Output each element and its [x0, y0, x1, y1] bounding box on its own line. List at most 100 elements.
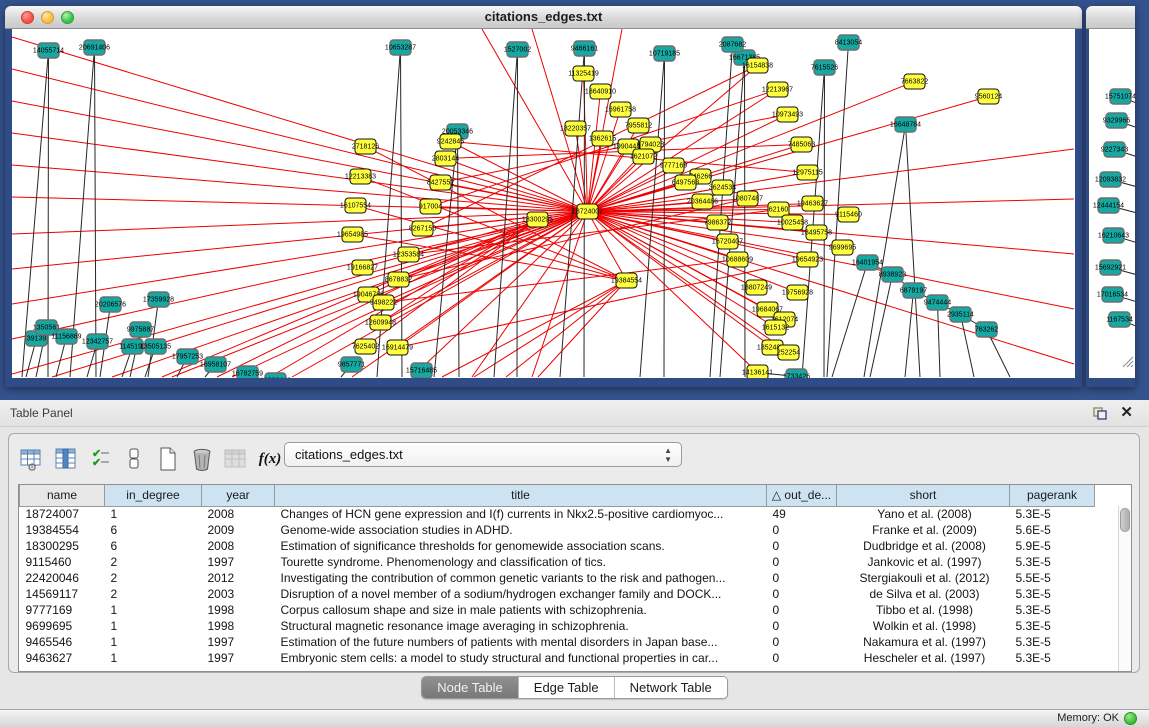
- stepper-arrows-icon: ▲▼: [664, 446, 672, 464]
- network-node-label: 12975115: [792, 170, 823, 177]
- table-panel: Table Panel ✕ ⚙ ✔✔: [0, 400, 1149, 709]
- column-header-year[interactable]: year: [202, 485, 275, 506]
- network-node-label: 8427552: [427, 180, 454, 187]
- network-node-label: 15716485: [406, 368, 437, 375]
- cell-pagerank: 5.3E-5: [1010, 506, 1095, 522]
- table-toolbar: ⚙ ✔✔: [17, 440, 289, 478]
- network-node-label: 16720407: [712, 239, 743, 246]
- svg-text:✔: ✔: [92, 457, 101, 469]
- cell-year: 1998: [202, 618, 275, 634]
- scrollbar-thumb[interactable]: [1120, 508, 1130, 532]
- table-row[interactable]: 2242004622012Investigating the contribut…: [20, 570, 1095, 586]
- network-node-label: 12213967: [762, 87, 793, 94]
- float-window-icon[interactable]: [1093, 407, 1107, 420]
- table-row[interactable]: 1830029562008Estimation of significance …: [20, 538, 1095, 554]
- column-header-name[interactable]: name: [20, 485, 105, 506]
- network-node-label: 7615526: [811, 65, 838, 72]
- cell-short: Franke et al. (2009): [837, 522, 1010, 538]
- cell-name: 22420046: [20, 570, 105, 586]
- cell-short: Tibbo et al. (1998): [837, 602, 1010, 618]
- network-node-label: 12213383: [345, 174, 376, 181]
- table-row[interactable]: 1938455462009Genome-wide association stu…: [20, 522, 1095, 538]
- tab-node-table[interactable]: Node Table: [422, 677, 518, 698]
- cell-in_degree: 6: [105, 538, 202, 554]
- table-mode-icon[interactable]: ⚙: [17, 444, 47, 474]
- column-header-in_degree[interactable]: in_degree: [105, 485, 202, 506]
- network-node-label: 16648784: [890, 122, 921, 129]
- function-builder-icon[interactable]: f(x): [255, 444, 285, 474]
- column-visibility-icon[interactable]: [51, 444, 81, 474]
- column-header-short[interactable]: short: [837, 485, 1010, 506]
- delete-table-icon[interactable]: [221, 444, 251, 474]
- table-row[interactable]: 911546021997Tourette syndrome. Phenomeno…: [20, 554, 1095, 570]
- cell-short: Stergiakouli et al. (2012): [837, 570, 1010, 586]
- cell-in_degree: 1: [105, 602, 202, 618]
- cell-title: Estimation of the future numbers of pati…: [275, 634, 767, 650]
- network-node-label: 19384554: [611, 278, 642, 285]
- table-row[interactable]: 946554611997Estimation of the future num…: [20, 634, 1095, 650]
- network-node-label: 10973493: [772, 112, 803, 119]
- network-node-label: 9498222: [370, 300, 397, 307]
- network-node-label: 18640910: [585, 89, 616, 96]
- delete-column-icon[interactable]: [187, 444, 217, 474]
- network-node-label: 9699695: [829, 245, 856, 252]
- cell-in_degree: 2: [105, 554, 202, 570]
- table-row[interactable]: 1456911722003Disruption of a novel membe…: [20, 586, 1095, 602]
- network-node-label: 12353584: [393, 252, 424, 259]
- new-column-icon[interactable]: [153, 444, 183, 474]
- network-node-label: 7663822: [901, 79, 928, 86]
- node-table-grid[interactable]: namein_degreeyeartitle△ out_de...shortpa…: [19, 485, 1095, 666]
- cell-year: 1997: [202, 554, 275, 570]
- secondary-network-window: 1575107493299669227343120938321244415416…: [1086, 6, 1135, 387]
- network-node-label: 16782759: [232, 371, 263, 378]
- close-panel-icon[interactable]: ✕: [1120, 404, 1133, 422]
- network-node-label: 9329966: [1103, 118, 1130, 125]
- cell-short: Wolkin et al. (1998): [837, 618, 1010, 634]
- cell-name: 9699695: [20, 618, 105, 634]
- network-canvas[interactable]: 1872400718300295140557142069140610653287…: [12, 29, 1075, 378]
- table-row[interactable]: 969969511998Structural magnetic resonanc…: [20, 618, 1095, 634]
- vertical-scrollbar[interactable]: [1118, 506, 1131, 671]
- cell-title: Corpus callosum shape and size in male p…: [275, 602, 767, 618]
- secondary-network-canvas[interactable]: 1575107493299669227343120938321244415416…: [1089, 29, 1135, 378]
- column-header-out_de[interactable]: △ out_de...: [767, 485, 837, 506]
- network-node-label: 6794028: [637, 142, 664, 149]
- cell-pagerank: 5.3E-5: [1010, 634, 1095, 650]
- network-node-label: 8267150: [409, 226, 436, 233]
- network-node-label: 18495758: [801, 230, 832, 237]
- network-node-label: 12342757: [82, 339, 113, 346]
- cell-pagerank: 5.3E-5: [1010, 602, 1095, 618]
- network-node-label: 16154838: [742, 63, 773, 70]
- cell-name: 9115460: [20, 554, 105, 570]
- column-header-pagerank[interactable]: pagerank: [1010, 485, 1095, 506]
- tab-edge-table[interactable]: Edge Table: [518, 677, 614, 698]
- network-node-label: 16210643: [1098, 233, 1129, 240]
- cell-pagerank: 5.9E-5: [1010, 538, 1095, 554]
- network-node-label: 1362615: [589, 136, 616, 143]
- memory-status-label: Memory: OK: [1057, 712, 1119, 724]
- cell-out_de: 0: [767, 522, 837, 538]
- network-node-label: 16401954: [852, 260, 883, 267]
- cell-out_de: 49: [767, 506, 837, 522]
- table-row[interactable]: 977716911998Corpus callosum shape and si…: [20, 602, 1095, 618]
- network-window-titlebar[interactable]: citations_edges.txt: [5, 6, 1082, 29]
- cell-pagerank: 5.6E-5: [1010, 522, 1095, 538]
- secondary-window-titlebar[interactable]: [1086, 6, 1135, 29]
- row-toggle-icon[interactable]: [119, 444, 149, 474]
- cell-name: 19384554: [20, 522, 105, 538]
- table-row[interactable]: 1872400712008Changes of HCN gene express…: [20, 506, 1095, 522]
- table-row[interactable]: 946362711997Embryonic stem cells: a mode…: [20, 650, 1095, 666]
- cell-out_de: 0: [767, 538, 837, 554]
- resize-grip-icon[interactable]: [1120, 354, 1134, 368]
- cell-in_degree: 6: [105, 522, 202, 538]
- network-node-label: 11156869: [51, 334, 81, 341]
- network-node-label: 1733426: [783, 374, 810, 379]
- network-node-label: 19463627: [797, 201, 828, 208]
- network-node-label: 917004: [419, 204, 442, 211]
- cell-out_de: 0: [767, 650, 837, 666]
- tab-network-table[interactable]: Network Table: [614, 677, 727, 698]
- table-chooser-dropdown[interactable]: citations_edges.txt ▲▼: [284, 442, 682, 467]
- cell-year: 1997: [202, 634, 275, 650]
- column-header-title[interactable]: title: [275, 485, 767, 506]
- column-select-icon[interactable]: ✔✔: [85, 444, 115, 474]
